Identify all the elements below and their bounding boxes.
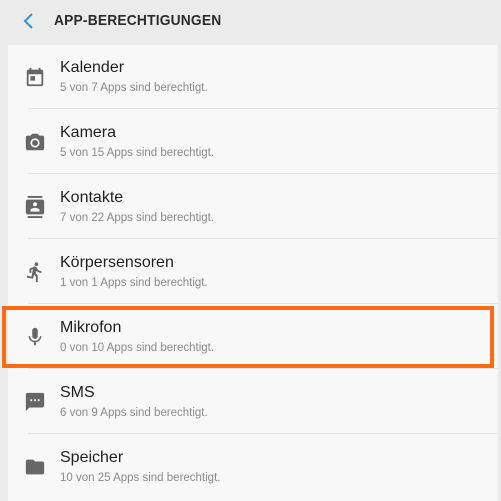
divider — [28, 173, 498, 174]
sms-icon — [22, 389, 48, 415]
permission-item-mikrofon[interactable]: Mikrofon 0 von 10 Apps sind berechtigt. — [8, 305, 498, 369]
permission-count: 0 von 10 Apps sind berechtigt. — [60, 342, 215, 354]
back-button[interactable] — [16, 8, 42, 34]
permission-count: 5 von 7 Apps sind berechtigt. — [60, 82, 208, 94]
permission-count: 7 von 22 Apps sind berechtigt. — [60, 212, 215, 224]
divider — [28, 108, 498, 109]
chevron-left-icon — [23, 13, 33, 29]
permission-label: Mikrofon — [60, 319, 122, 336]
permission-item-sms[interactable]: SMS 6 von 9 Apps sind berechtigt. — [8, 370, 498, 434]
folder-icon — [22, 454, 48, 480]
permission-label: Kalender — [60, 59, 125, 76]
body-sensor-icon — [22, 259, 48, 285]
permission-label: Speicher — [60, 449, 124, 466]
permission-item-kamera[interactable]: Kamera 5 von 15 Apps sind berechtigt. — [8, 110, 498, 174]
permission-label: SMS — [60, 384, 95, 401]
permission-count: 1 von 1 Apps sind berechtigt. — [60, 277, 208, 289]
microphone-icon — [22, 324, 48, 350]
permission-count: 10 von 25 Apps sind berechtigt. — [60, 472, 221, 484]
permission-item-kalender[interactable]: Kalender 5 von 7 Apps sind berechtigt. — [8, 45, 498, 109]
permission-item-kontakte[interactable]: Kontakte 7 von 22 Apps sind berechtigt. — [8, 175, 498, 239]
app-bar: APP-BERECHTIGUNGEN — [0, 0, 501, 42]
permission-item-speicher[interactable]: Speicher 10 von 25 Apps sind berechtigt. — [8, 435, 498, 499]
permission-count: 6 von 9 Apps sind berechtigt. — [60, 407, 208, 419]
permission-label: Körpersensoren — [60, 254, 174, 271]
divider — [28, 303, 498, 304]
camera-icon — [22, 129, 48, 155]
divider — [28, 238, 498, 239]
contacts-icon — [22, 194, 48, 220]
divider — [28, 368, 498, 369]
permission-item-koerpersensoren[interactable]: Körpersensoren 1 von 1 Apps sind berecht… — [8, 240, 498, 304]
permission-label: Kamera — [60, 124, 117, 141]
permission-count: 5 von 15 Apps sind berechtigt. — [60, 147, 215, 159]
page-title: APP-BERECHTIGUNGEN — [54, 12, 222, 29]
divider — [28, 433, 498, 434]
calendar-icon — [22, 64, 48, 90]
permission-label: Kontakte — [60, 189, 124, 206]
